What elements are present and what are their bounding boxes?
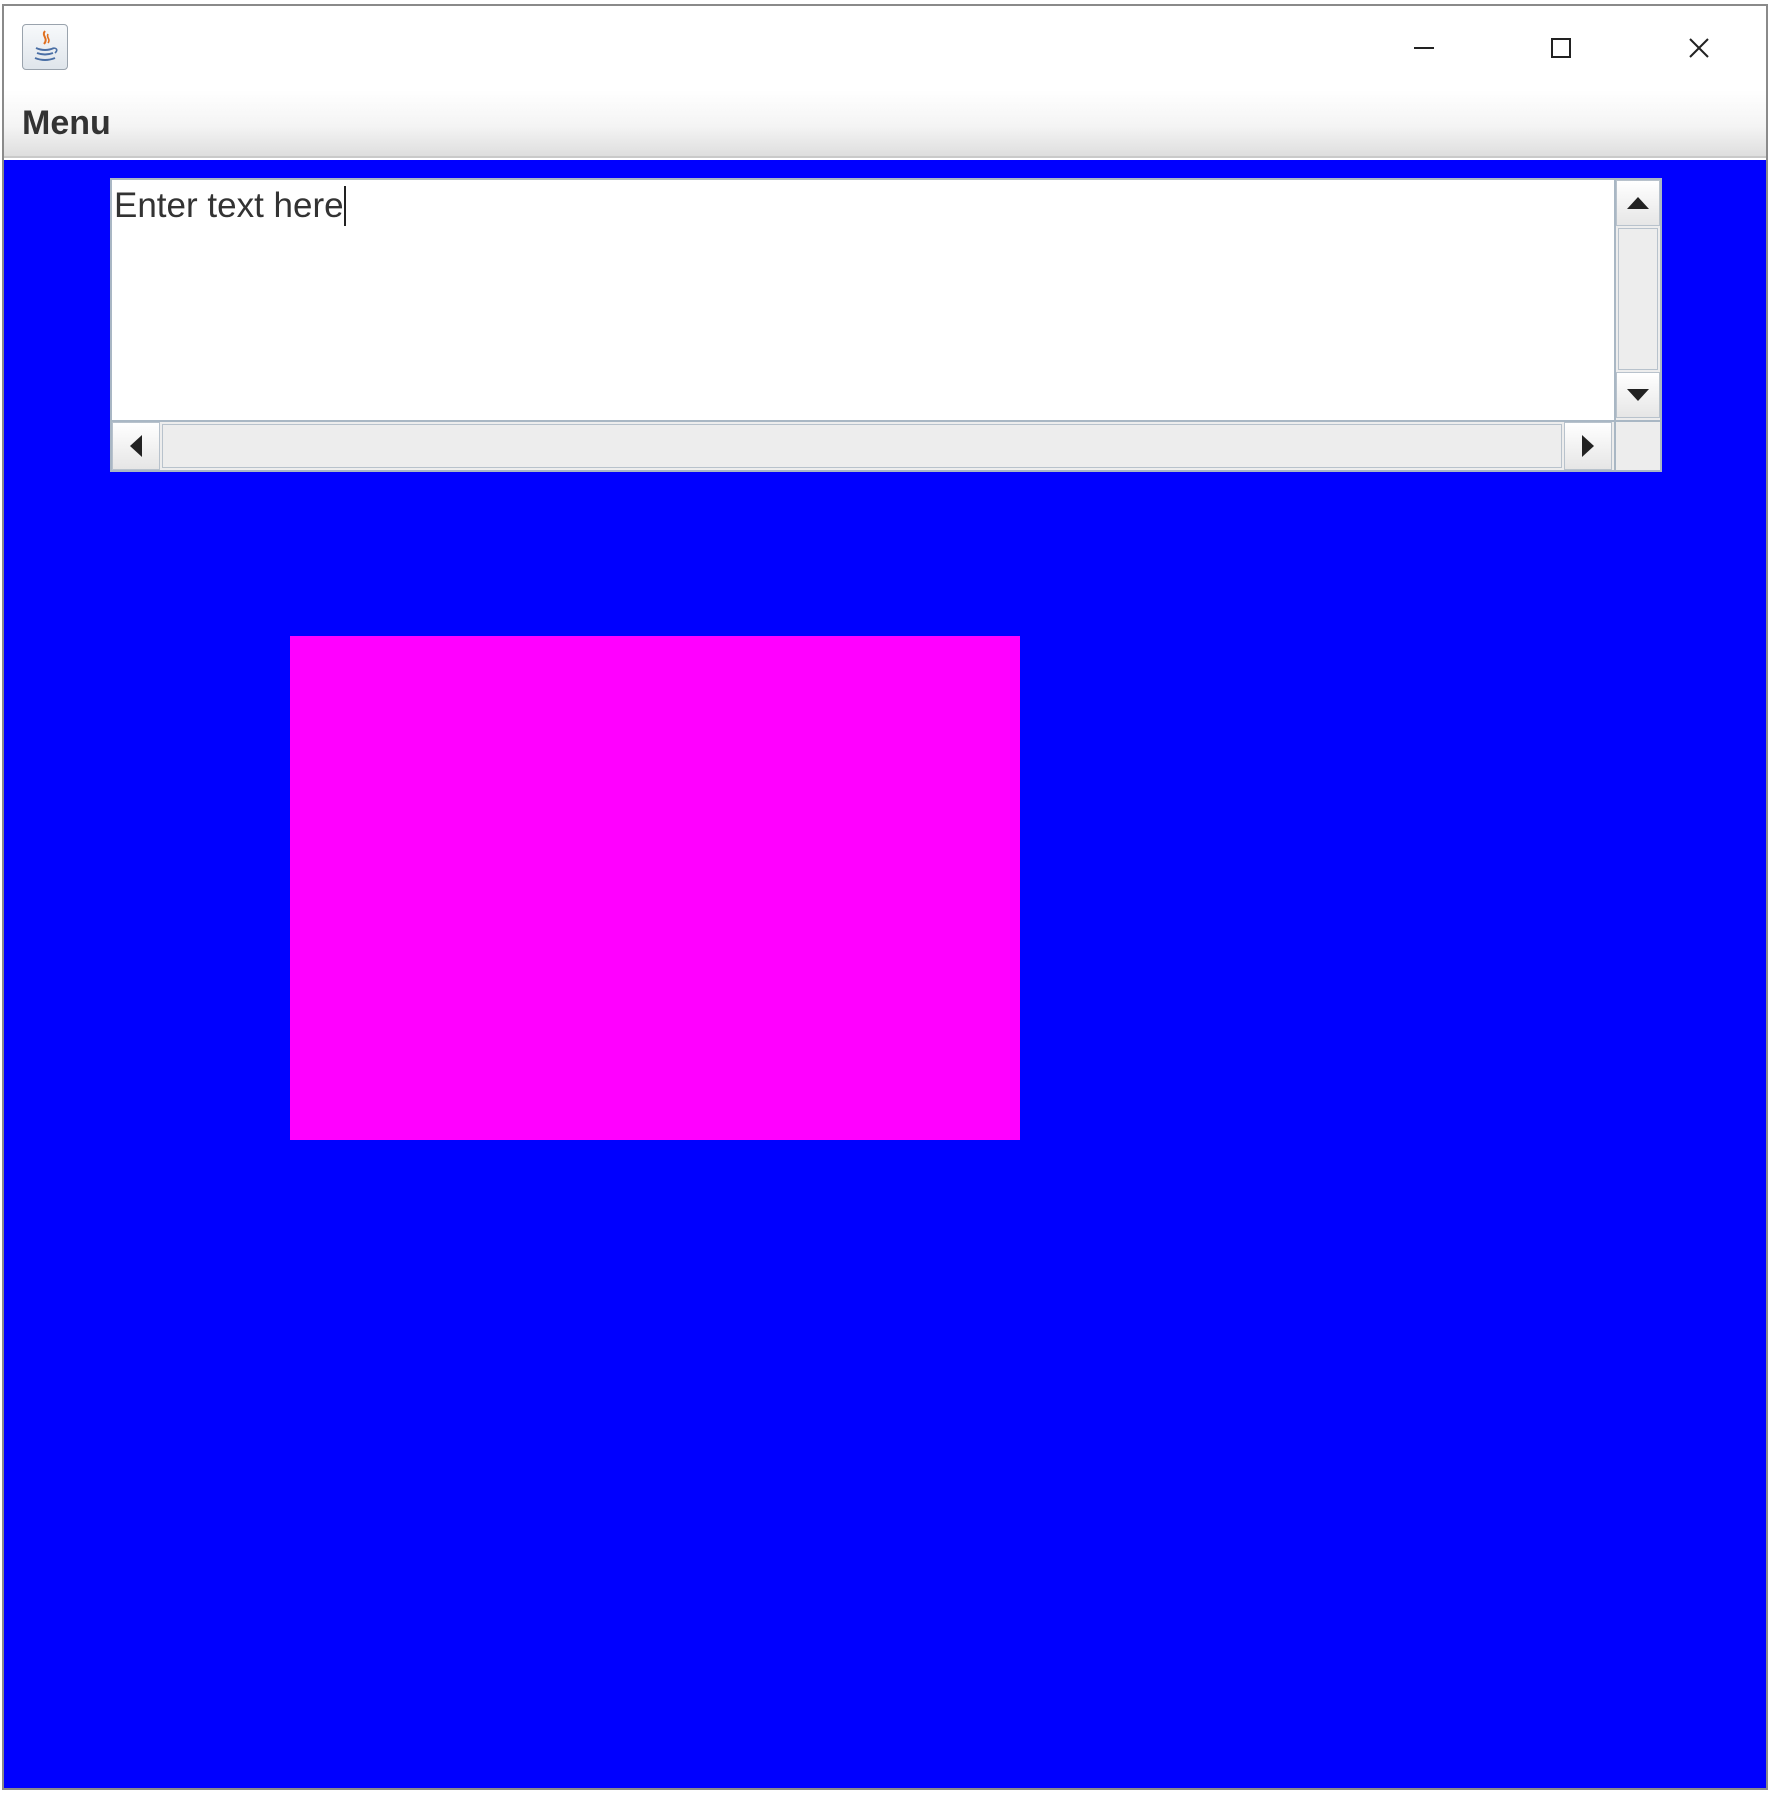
text-caret [343, 186, 346, 226]
scroll-up-button[interactable] [1616, 180, 1660, 226]
maximize-button[interactable] [1501, 20, 1621, 76]
menu-bar: Menu [4, 90, 1766, 158]
maximize-icon [1551, 38, 1571, 58]
content-panel: Enter text here [4, 160, 1766, 1788]
horizontal-scrollbar[interactable] [112, 420, 1614, 470]
close-button[interactable] [1639, 20, 1759, 76]
triangle-up-icon [1627, 197, 1649, 209]
vertical-scrollbar[interactable] [1614, 180, 1660, 420]
triangle-down-icon [1627, 389, 1649, 401]
scroll-down-button[interactable] [1616, 372, 1660, 418]
text-area-value: Enter text here [114, 186, 344, 225]
triangle-left-icon [130, 435, 142, 457]
scroll-right-button[interactable] [1564, 422, 1612, 470]
triangle-right-icon [1582, 435, 1594, 457]
java-icon [22, 24, 68, 70]
magenta-rectangle [290, 636, 1020, 1140]
minimize-icon [1414, 47, 1434, 49]
scroll-corner [1614, 420, 1660, 470]
text-area[interactable]: Enter text here [112, 180, 1612, 420]
vertical-scroll-track[interactable] [1618, 228, 1658, 370]
title-bar[interactable] [4, 6, 1766, 90]
application-window: Menu Enter text here [2, 4, 1768, 1790]
horizontal-scroll-track[interactable] [162, 424, 1562, 468]
text-scroll-pane: Enter text here [110, 178, 1662, 472]
close-icon [1689, 38, 1709, 58]
menu-item-menu[interactable]: Menu [22, 104, 111, 143]
scroll-left-button[interactable] [112, 422, 160, 470]
minimize-button[interactable] [1364, 20, 1484, 76]
